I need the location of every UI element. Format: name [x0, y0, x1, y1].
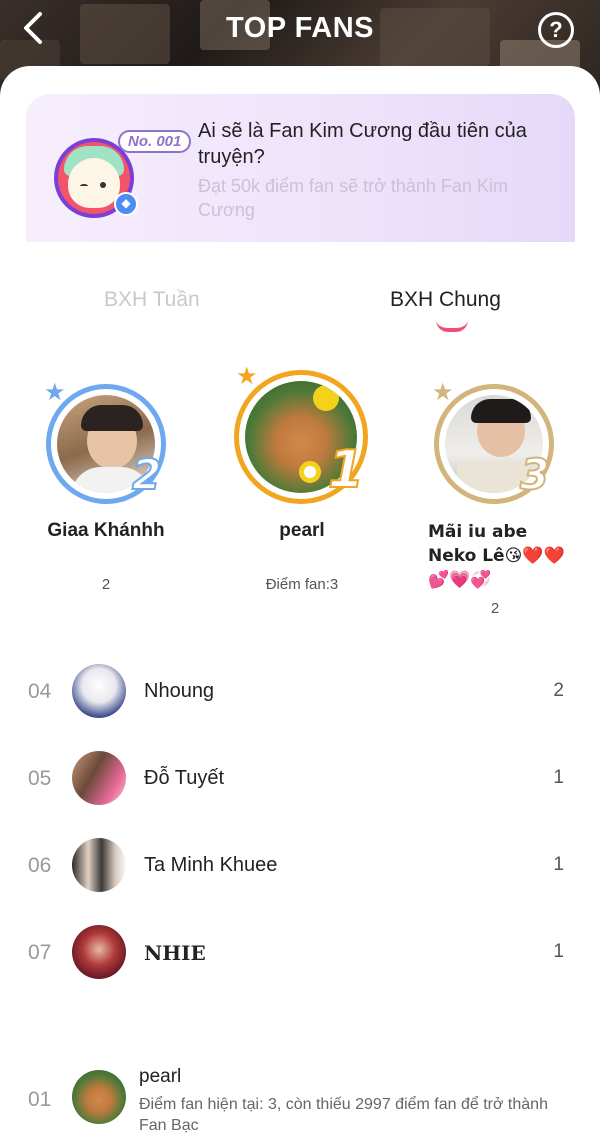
content-sheet: ◆ No. 001 Ai sẽ là Fan Kim Cương đầu tiê…	[0, 66, 600, 1144]
diamond-fan-banner[interactable]: ◆ No. 001 Ai sẽ là Fan Kim Cương đầu tiê…	[26, 94, 575, 242]
tab-overall[interactable]: BXH Chung	[390, 288, 501, 312]
page-title: TOP FANS	[226, 12, 374, 44]
row-rank: 04	[28, 680, 52, 703]
ranking-row[interactable]: 05 Đỗ Tuyết 1	[0, 749, 600, 819]
rank-number-badge: No. 001	[118, 130, 192, 153]
diamond-icon: ◆	[114, 192, 138, 216]
row-rank: 05	[28, 767, 52, 790]
rank-number-3: 3	[519, 449, 550, 500]
podium-score-2: 2	[101, 576, 111, 593]
ranking-row[interactable]: 04 Nhoung 2	[0, 662, 600, 732]
current-user-rank: 01	[28, 1088, 52, 1111]
banner-title: Ai sẽ là Fan Kim Cương đầu tiên của truy…	[198, 120, 527, 168]
avatar	[72, 925, 126, 979]
row-name: Đỗ Tuyết	[144, 767, 225, 789]
podium-name-1: pearl	[279, 520, 325, 541]
avatar	[72, 1070, 126, 1124]
crown-icon: ★	[236, 363, 258, 390]
avatar	[72, 664, 126, 718]
rank-number-1: 1	[327, 439, 365, 501]
avatar	[72, 751, 126, 805]
row-score: 1	[553, 941, 564, 962]
row-name: Ta Minh Khuee	[144, 854, 278, 876]
help-button[interactable]: ?	[538, 12, 574, 48]
podium-score-3: 2	[490, 600, 500, 617]
row-rank: 07	[28, 941, 52, 964]
current-user-name: pearl	[139, 1066, 182, 1087]
crown-icon: ★	[432, 379, 454, 406]
avatar	[72, 838, 126, 892]
row-rank: 06	[28, 854, 52, 877]
row-score: 1	[553, 854, 564, 875]
row-name: Nhoung	[144, 680, 215, 702]
help-icon: ?	[549, 17, 563, 42]
row-name: NHIE	[144, 941, 206, 965]
current-user-progress-text: Điểm fan hiện tại: 3, còn thiếu 2997 điể…	[139, 1096, 548, 1134]
podium-name-3: Mãi iu abe Neko Lê😘❤️❤️💕💗💞	[428, 522, 565, 590]
active-tab-indicator	[436, 320, 468, 332]
rank-number-2: 2	[131, 449, 162, 500]
row-score: 1	[553, 767, 564, 788]
current-user-row[interactable]: 01 pearl Điểm fan hiện tại: 3, còn thiếu…	[0, 1058, 600, 1144]
crown-icon: ★	[44, 379, 66, 406]
podium-score-1: Điểm fan:3	[265, 576, 339, 593]
banner-subtitle: Đạt 50k điểm fan sẽ trở thành Fan Kim Cư…	[198, 176, 508, 220]
ranking-row[interactable]: 07 NHIE 1	[0, 923, 600, 993]
podium-name-2: Giaa Khánhh	[47, 520, 165, 541]
tab-weekly[interactable]: BXH Tuần	[104, 288, 200, 312]
row-score: 2	[553, 680, 564, 701]
ranking-row[interactable]: 06 Ta Minh Khuee 1	[0, 836, 600, 906]
